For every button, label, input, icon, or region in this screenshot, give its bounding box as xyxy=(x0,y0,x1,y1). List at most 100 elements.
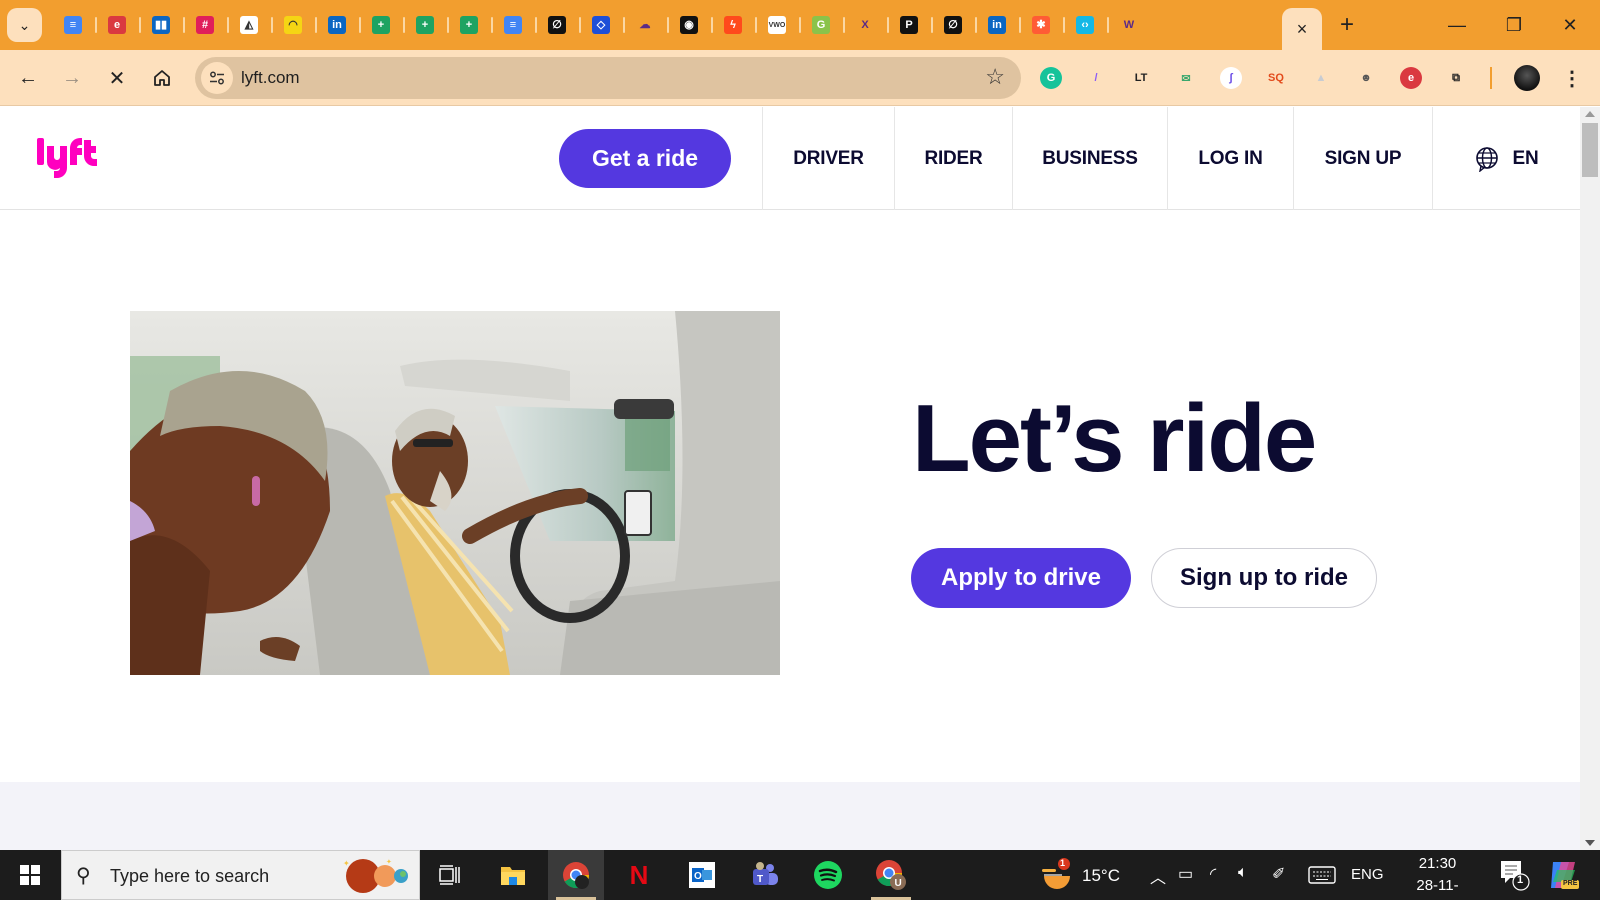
browser-tab[interactable]: + xyxy=(410,14,449,36)
start-button[interactable] xyxy=(0,850,60,900)
browser-tab[interactable]: ‹› xyxy=(1070,14,1109,36)
extensions-puzzle-icon[interactable]: ⧉ xyxy=(1445,67,1467,89)
browser-tab[interactable]: ◇ xyxy=(586,14,625,36)
address-bar[interactable]: lyft.com ☆ xyxy=(195,57,1021,99)
browser-tab[interactable]: X xyxy=(850,14,889,36)
apply-to-drive-button[interactable]: Apply to drive xyxy=(911,548,1131,608)
browser-tab[interactable]: ∅ xyxy=(938,14,977,36)
browser-tab[interactable]: ✱ xyxy=(1026,14,1065,36)
browser-tab[interactable]: ◠ xyxy=(278,14,317,36)
browser-tab[interactable]: + xyxy=(366,14,405,36)
search-highlight-planets-icon: ✦ ✦ xyxy=(343,858,408,893)
sign-up-to-ride-button[interactable]: Sign up to ride xyxy=(1151,548,1377,608)
nav-rider[interactable]: RIDER xyxy=(894,107,1012,210)
close-icon: ✕ xyxy=(108,67,126,90)
active-tab-lyft[interactable]: × xyxy=(1282,8,1322,50)
notification-count: 1 xyxy=(1517,874,1524,886)
browser-tab[interactable]: # xyxy=(190,14,229,36)
touch-keyboard-icon[interactable] xyxy=(1308,866,1336,884)
browser-tab[interactable]: G xyxy=(806,14,845,36)
browser-tab[interactable]: in xyxy=(322,14,361,36)
taskbar-netflix[interactable]: N xyxy=(611,850,667,900)
folder-icon xyxy=(501,867,525,885)
scroll-up-arrow-icon[interactable] xyxy=(1585,111,1595,117)
page-scrollbar[interactable] xyxy=(1580,107,1600,850)
input-language[interactable]: ENG xyxy=(1351,866,1384,883)
task-view-button[interactable] xyxy=(422,850,478,900)
languagetool-icon[interactable]: LT xyxy=(1130,67,1152,89)
restore-button[interactable]: ❐ xyxy=(1494,10,1534,40)
battery-charging-icon[interactable]: ▭ xyxy=(1178,864,1193,884)
browser-toolbar: ← → ✕ lyft.com ☆ G / LT ✉ ʃ SQ ▲ ☻ e ⧉ ⋮ xyxy=(0,50,1600,106)
profile-avatar[interactable] xyxy=(1514,65,1540,91)
forward-button[interactable]: → xyxy=(56,62,88,94)
volume-icon[interactable]: 🔈︎ xyxy=(1238,864,1248,882)
weather-badge: 1 xyxy=(1060,858,1066,868)
get-a-ride-button[interactable]: Get a ride xyxy=(559,129,731,188)
taskbar-spotify[interactable] xyxy=(800,850,856,900)
weather-widget[interactable]: 1 15°C xyxy=(1040,850,1120,900)
page-viewport: Get a ride DRIVER RIDER BUSINESS LOG IN … xyxy=(0,107,1580,850)
triangle-extension-icon[interactable]: ▲ xyxy=(1310,67,1332,89)
taskbar-file-explorer[interactable] xyxy=(485,850,541,900)
close-tab-icon[interactable]: × xyxy=(1297,19,1308,40)
browser-tab[interactable]: ◉ xyxy=(674,14,713,36)
bookmark-star-icon[interactable]: ☆ xyxy=(985,64,1005,90)
language-selector[interactable]: EN xyxy=(1432,107,1580,210)
clock[interactable]: 21:30 28-11-2024 xyxy=(1400,853,1475,919)
browser-tab[interactable]: e xyxy=(102,14,141,36)
mail-tracker-icon[interactable]: ✉ xyxy=(1175,67,1197,89)
browser-tab[interactable]: + xyxy=(454,14,493,36)
nav-driver[interactable]: DRIVER xyxy=(762,107,894,210)
copilot-button[interactable]: PRE xyxy=(1547,858,1581,892)
robot-extension-icon[interactable]: ☻ xyxy=(1355,67,1377,89)
arrow-left-icon: ← xyxy=(18,66,38,89)
minimize-button[interactable]: — xyxy=(1437,10,1477,40)
producthunt-icon: P xyxy=(900,16,918,34)
browser-tab[interactable]: ∅ xyxy=(542,14,581,36)
browser-tab[interactable]: in xyxy=(982,14,1021,36)
pen-workspace-icon[interactable]: ✐ xyxy=(1272,864,1285,884)
hubspot-icon: ✱ xyxy=(1032,16,1050,34)
expressvpn-extension-icon[interactable]: e xyxy=(1400,67,1422,89)
show-hidden-icons-chevron-icon[interactable]: ︿ xyxy=(1150,864,1166,888)
browser-tab[interactable]: ϟ xyxy=(718,14,757,36)
browser-menu-icon[interactable]: ⋮ xyxy=(1562,66,1582,91)
grammarly-icon[interactable]: G xyxy=(1040,67,1062,89)
browser-tab[interactable]: P xyxy=(894,14,933,36)
scroll-down-arrow-icon[interactable] xyxy=(1585,840,1595,846)
close-window-button[interactable]: ✕ xyxy=(1550,10,1590,40)
taskbar-chrome-profile-u[interactable]: U xyxy=(863,850,919,900)
nav-business[interactable]: BUSINESS xyxy=(1012,107,1167,210)
browser-tab[interactable]: ≡ xyxy=(498,14,537,36)
notification-center-button[interactable]: 1 xyxy=(1497,858,1531,892)
browser-tab[interactable]: ☁ xyxy=(630,14,669,36)
taskbar-outlook[interactable]: O xyxy=(674,850,730,900)
browser-tab[interactable]: VWO xyxy=(762,14,801,36)
quill-icon[interactable]: / xyxy=(1085,67,1107,89)
svg-text:✦: ✦ xyxy=(386,858,392,866)
stop-loading-button[interactable]: ✕ xyxy=(101,62,133,94)
browser-tab[interactable]: ≡ xyxy=(58,14,97,36)
back-button[interactable]: ← xyxy=(12,62,44,94)
browser-tab[interactable]: ▮▮ xyxy=(146,14,185,36)
tab-search-button[interactable]: ⌄ xyxy=(7,8,42,42)
taskbar-chrome-active[interactable] xyxy=(548,850,604,900)
nav-log-in[interactable]: LOG IN xyxy=(1167,107,1293,210)
sq-extension-icon[interactable]: SQ xyxy=(1265,67,1287,89)
lyft-logo[interactable] xyxy=(36,135,104,186)
scrollbar-thumb[interactable] xyxy=(1582,123,1598,177)
browser-tab[interactable]: W xyxy=(1114,14,1144,36)
app-extension-icon[interactable]: ʃ xyxy=(1220,67,1242,89)
taskbar-search[interactable]: ⚲ Type here to search ✦ ✦ xyxy=(61,850,420,900)
spotify-icon xyxy=(814,861,842,889)
home-button[interactable] xyxy=(146,62,178,94)
site-info-button[interactable] xyxy=(201,62,233,94)
nav-sign-up[interactable]: SIGN UP xyxy=(1293,107,1432,210)
new-tab-button[interactable]: + xyxy=(1332,10,1362,40)
next-section-band xyxy=(0,782,1580,850)
taskbar-teams[interactable]: T xyxy=(737,850,793,900)
url-text[interactable]: lyft.com xyxy=(241,68,300,88)
browser-tab[interactable]: ◭ xyxy=(234,14,273,36)
wifi-icon[interactable]: ◜ xyxy=(1210,864,1216,884)
